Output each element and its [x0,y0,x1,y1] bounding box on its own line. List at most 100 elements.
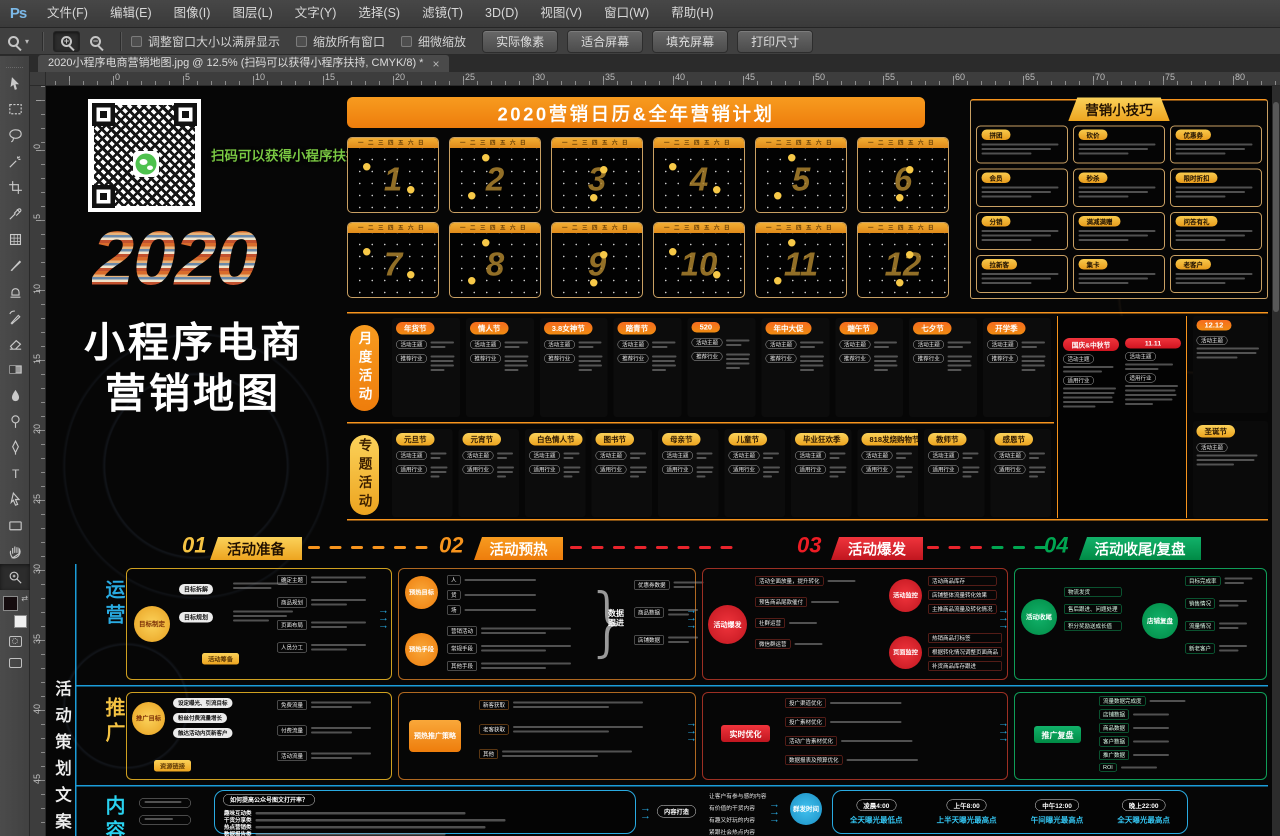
wrapup-items: 物流发货售后跟进、问题处理积分奖励送成长值 [1064,587,1122,631]
tips-title: 营销小技巧 [1068,98,1170,122]
lasso-icon [7,127,24,144]
eraser-tool-button[interactable] [0,330,30,356]
document-tab[interactable]: 2020小程序电商营销地图.jpg @ 12.5% (扫码可以获得小程序扶持, … [38,55,449,72]
event-dot [669,248,677,256]
text-lines [497,450,515,462]
magic-wand-tool-button[interactable] [0,148,30,174]
phase-dashes [570,546,733,549]
hand-tool-button[interactable] [0,538,30,564]
eyedropper-tool-button[interactable] [0,200,30,226]
text-lines [630,450,648,462]
calendar-month: 一二三四五六日8 [449,222,541,298]
text-lines [504,353,529,374]
option-button[interactable]: 适合屏幕 [567,30,643,53]
event-dot [774,192,782,200]
menu-item[interactable]: 视图(V) [529,0,593,27]
month-number: 5 [756,160,846,198]
event-dot [669,163,677,171]
menu-item[interactable]: 3D(D) [474,0,529,27]
text-lines [1079,144,1160,155]
current-tool-badge[interactable]: ▾ [8,36,33,47]
text-lines [481,660,571,672]
brush-tool-button[interactable] [0,252,30,278]
activity-card: 818发烧购物节 活动主题 适用行业 [858,429,919,517]
blur-tool-button[interactable] [0,382,30,408]
option-checkbox[interactable]: 细微缩放 [401,33,466,50]
mindmap-branch: 确定主题 [277,574,366,586]
text-lines [1219,643,1247,655]
direct-select-tool-button[interactable] [0,486,30,512]
mindmap-branch: 新老客户 [1185,643,1253,655]
mindmap-leaf: 积分奖励送成长值 [1064,621,1122,631]
crop-icon [7,179,24,196]
stamp-tool-button[interactable] [0,278,30,304]
quick-mask-button[interactable] [0,630,30,652]
marquee-tool-button[interactable] [0,96,30,122]
history-brush-icon [7,309,24,326]
zoom-in-button[interactable]: + [53,31,80,52]
tip-label: 集卡 [1079,259,1108,270]
vertical-scrollbar[interactable] [1272,86,1280,836]
history-brush-tool-button[interactable] [0,304,30,330]
menu-item[interactable]: 图像(I) [163,0,222,27]
menu-item[interactable]: 文字(Y) [284,0,348,27]
zoom-tool-button[interactable] [0,564,30,590]
activity-title: 白色情人节 [529,433,583,446]
option-button[interactable]: 打印尺寸 [737,30,813,53]
mindmap-leaf: 有趣又好玩的内容 [709,816,767,824]
crop-tool-button[interactable] [0,174,30,200]
option-checkbox[interactable]: 调整窗口大小以满屏显示 [131,33,280,50]
option-button[interactable]: 填充屏幕 [652,30,728,53]
menu-item[interactable]: 文件(F) [36,0,99,27]
foreground-color-swatch[interactable] [3,596,18,611]
mindmap-branch: 目标完成率 [1185,575,1253,587]
calendar-month: 一二三四五六日9 [551,222,643,298]
activity-card: 情人节 活动主题 推荐行业 [466,318,534,417]
month-number: 4 [654,160,744,198]
move-tool-button[interactable] [0,70,30,96]
panel-grip[interactable] [6,58,23,68]
type-tool-button[interactable]: T [0,460,30,486]
background-color-swatch[interactable] [14,615,27,628]
color-swatches[interactable]: ⇄ [0,594,30,630]
option-checkbox[interactable]: 缩放所有窗口 [296,33,385,50]
zoom-out-button[interactable]: − [82,31,109,52]
healing-icon [7,231,24,248]
ruler-label: 10 [32,284,42,294]
option-button[interactable]: 实际像素 [482,30,558,53]
tip-box: 拼团 [976,126,1068,164]
event-dot [363,163,371,171]
document-canvas[interactable]: 扫码可以获得小程序扶持 2020 小程序电商 营销地图 2020营销日历&全年营… [46,86,1272,836]
mindmap-node: 实时优化 [721,725,770,742]
menu-item[interactable]: 窗口(W) [593,0,660,27]
text-lines [763,450,781,462]
dodge-tool-button[interactable] [0,408,30,434]
lasso-tool-button[interactable] [0,122,30,148]
mindmap-branch: 推广数据 [1099,750,1190,760]
activity-title: 3.8女神节 [544,322,593,335]
close-icon[interactable]: × [432,58,439,70]
mindmap-node: 数据跟进 [607,609,625,628]
activity-title: 母亲节 [662,433,701,446]
gradient-tool-button[interactable] [0,356,30,382]
mindmap-branch: 店铺数据 [1099,710,1190,720]
menu-item[interactable]: 帮助(H) [660,0,724,27]
menu-item[interactable]: 滤镜(T) [411,0,474,27]
mindmap-leaf: 物流发货 [1064,587,1122,597]
menu-item[interactable]: 选择(S) [347,0,411,27]
big-promo-column: 国庆&中秋节 活动主题 适用行业 11.11 活动主题 适用行业 [1057,316,1187,518]
promo-burst-box: 实时优化 投广渠道优化投广素材优化活动广告素材优化数据报表及预算优化 [702,692,1008,780]
monthly-activities-label: 月度活动 [350,325,379,411]
text-lines [963,450,981,462]
menu-item[interactable]: 图层(L) [221,0,283,27]
event-dot [906,251,914,259]
mindmap-leaf: 触达活动内页新客户 [173,728,233,738]
move-icon [7,75,24,92]
screen-mode-button[interactable] [0,652,30,674]
menu-item[interactable]: 编辑(E) [99,0,163,27]
healing-tool-button[interactable] [0,226,30,252]
swap-colors-icon[interactable]: ⇄ [21,594,28,603]
scrollbar-thumb[interactable] [1273,102,1279,312]
shape-tool-button[interactable] [0,512,30,538]
pen-tool-button[interactable] [0,434,30,460]
